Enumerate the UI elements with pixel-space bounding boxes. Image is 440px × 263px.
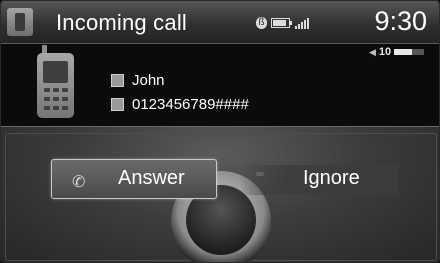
bluetooth-icon: ß bbox=[256, 17, 267, 29]
ignore-button[interactable]: Ignore bbox=[239, 165, 399, 195]
phone-icon bbox=[15, 13, 25, 31]
answer-label: Answer bbox=[118, 167, 185, 189]
phone-menu-button[interactable] bbox=[7, 8, 33, 36]
page-title: Incoming call bbox=[56, 10, 187, 35]
volume-level: 10 bbox=[378, 46, 392, 58]
volume-indicator: ◀ 10 bbox=[369, 46, 425, 58]
mobile-phone-icon bbox=[37, 53, 74, 118]
contact-icon bbox=[111, 73, 124, 87]
status-icons: ß bbox=[256, 16, 309, 30]
incoming-call-screen: Incoming call ß 9:30 ◀ 10 John 012345678… bbox=[0, 0, 440, 263]
battery-icon bbox=[271, 18, 292, 28]
caller-number: 0123456789#### bbox=[132, 95, 249, 113]
phone-number-icon bbox=[111, 97, 124, 111]
call-action-panel: ✆ Answer Ignore bbox=[1, 126, 439, 262]
ignore-label: Ignore bbox=[303, 167, 360, 189]
speaker-icon: ◀ bbox=[369, 46, 376, 57]
handset-icon: ✆ bbox=[72, 174, 86, 191]
clock: 9:30 bbox=[374, 6, 427, 36]
header-bar: Incoming call ß 9:30 bbox=[1, 1, 439, 44]
caller-name: John bbox=[132, 71, 165, 89]
signal-icon bbox=[295, 17, 309, 29]
caller-number-row: 0123456789#### bbox=[111, 95, 249, 113]
caller-name-row: John bbox=[111, 71, 165, 89]
answer-button[interactable]: ✆ Answer bbox=[51, 159, 217, 199]
volume-bar bbox=[394, 49, 425, 55]
